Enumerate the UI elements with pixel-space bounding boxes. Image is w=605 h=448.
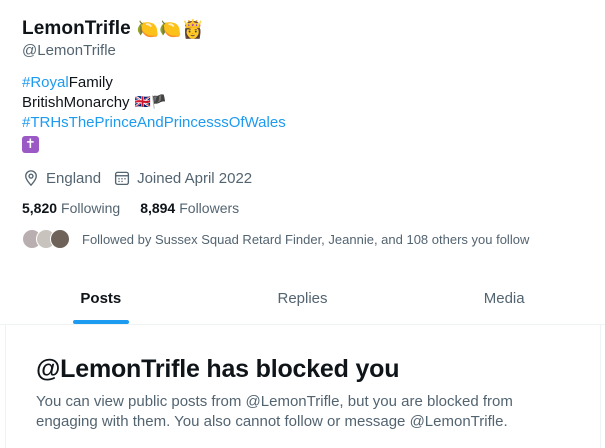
bio-line: #TRHsThePrinceAndPrincesssOfWales [22, 113, 286, 133]
joined-date: Joined April 2022 [113, 169, 252, 187]
location-text: England [46, 169, 102, 187]
calendar-icon [115, 171, 130, 186]
follow-stats: 5,820 Following 8,894 Followers [22, 200, 259, 216]
follower-avatars [22, 229, 70, 249]
followers-link[interactable]: 8,894 Followers [140, 200, 239, 216]
bio-text: BritishMonarchy [22, 94, 130, 111]
blocked-message: You can view public posts from @LemonTri… [36, 393, 513, 430]
profile-tabs: Posts Replies Media [0, 272, 605, 325]
blocked-title: @LemonTrifle has blocked you [36, 355, 400, 383]
followers-label: Followers [179, 200, 240, 216]
followed-by-text: Followed by Sussex Squad Retard Finder, … [82, 231, 530, 247]
bio-text: Family [68, 74, 113, 91]
location-pin-icon [25, 170, 37, 187]
tab-posts[interactable]: Posts [0, 272, 202, 324]
lemon-emoji: 🍋 [159, 18, 182, 40]
tab-media[interactable]: Media [403, 272, 605, 324]
following-count: 5,820 [22, 200, 58, 216]
bio-line: ✝ [22, 133, 286, 153]
bio: #Royal Family BritishMonarchy 🇬🇧🏴 #TRHsT… [22, 73, 286, 153]
hashtag-link[interactable]: #TRHsThePrinceAndPrincesssOfWales [22, 113, 286, 133]
princess-emoji: 👸 [181, 18, 205, 40]
active-tab-indicator [72, 320, 129, 324]
followed-by[interactable]: Followed by Sussex Squad Retard Finder, … [22, 229, 529, 249]
tab-replies[interactable]: Replies [202, 272, 404, 324]
display-name: LemonTrifle [22, 18, 131, 39]
tab-label: Media [483, 289, 525, 307]
following-label: Following [61, 200, 121, 216]
tab-label: Posts [80, 289, 122, 307]
flags-emoji: 🇬🇧🏴 [134, 95, 167, 110]
tab-label: Replies [277, 289, 328, 307]
handle: @LemonTrifle [22, 42, 116, 59]
location: England [22, 169, 101, 187]
following-link[interactable]: 5,820 Following [22, 200, 120, 216]
divider [600, 325, 601, 448]
profile-meta: England Joined April 2022 [22, 169, 264, 187]
name-row: LemonTrifle 🍋 🍋 👸 [22, 14, 204, 44]
name-emojis: 🍋 🍋 👸 [137, 19, 204, 40]
avatar [50, 229, 70, 249]
lemon-emoji: 🍋 [136, 18, 160, 40]
followers-count: 8,894 [140, 200, 176, 216]
hashtag-link[interactable]: #Royal [22, 73, 69, 93]
blocked-notice: @LemonTrifle has blocked you You can vie… [36, 355, 576, 432]
bio-line: #Royal Family [22, 73, 286, 93]
joined-text: Joined April 2022 [137, 169, 253, 187]
bio-line: BritishMonarchy 🇬🇧🏴 [22, 93, 286, 113]
divider [5, 325, 6, 448]
latin-cross-emoji: ✝ [22, 136, 39, 153]
